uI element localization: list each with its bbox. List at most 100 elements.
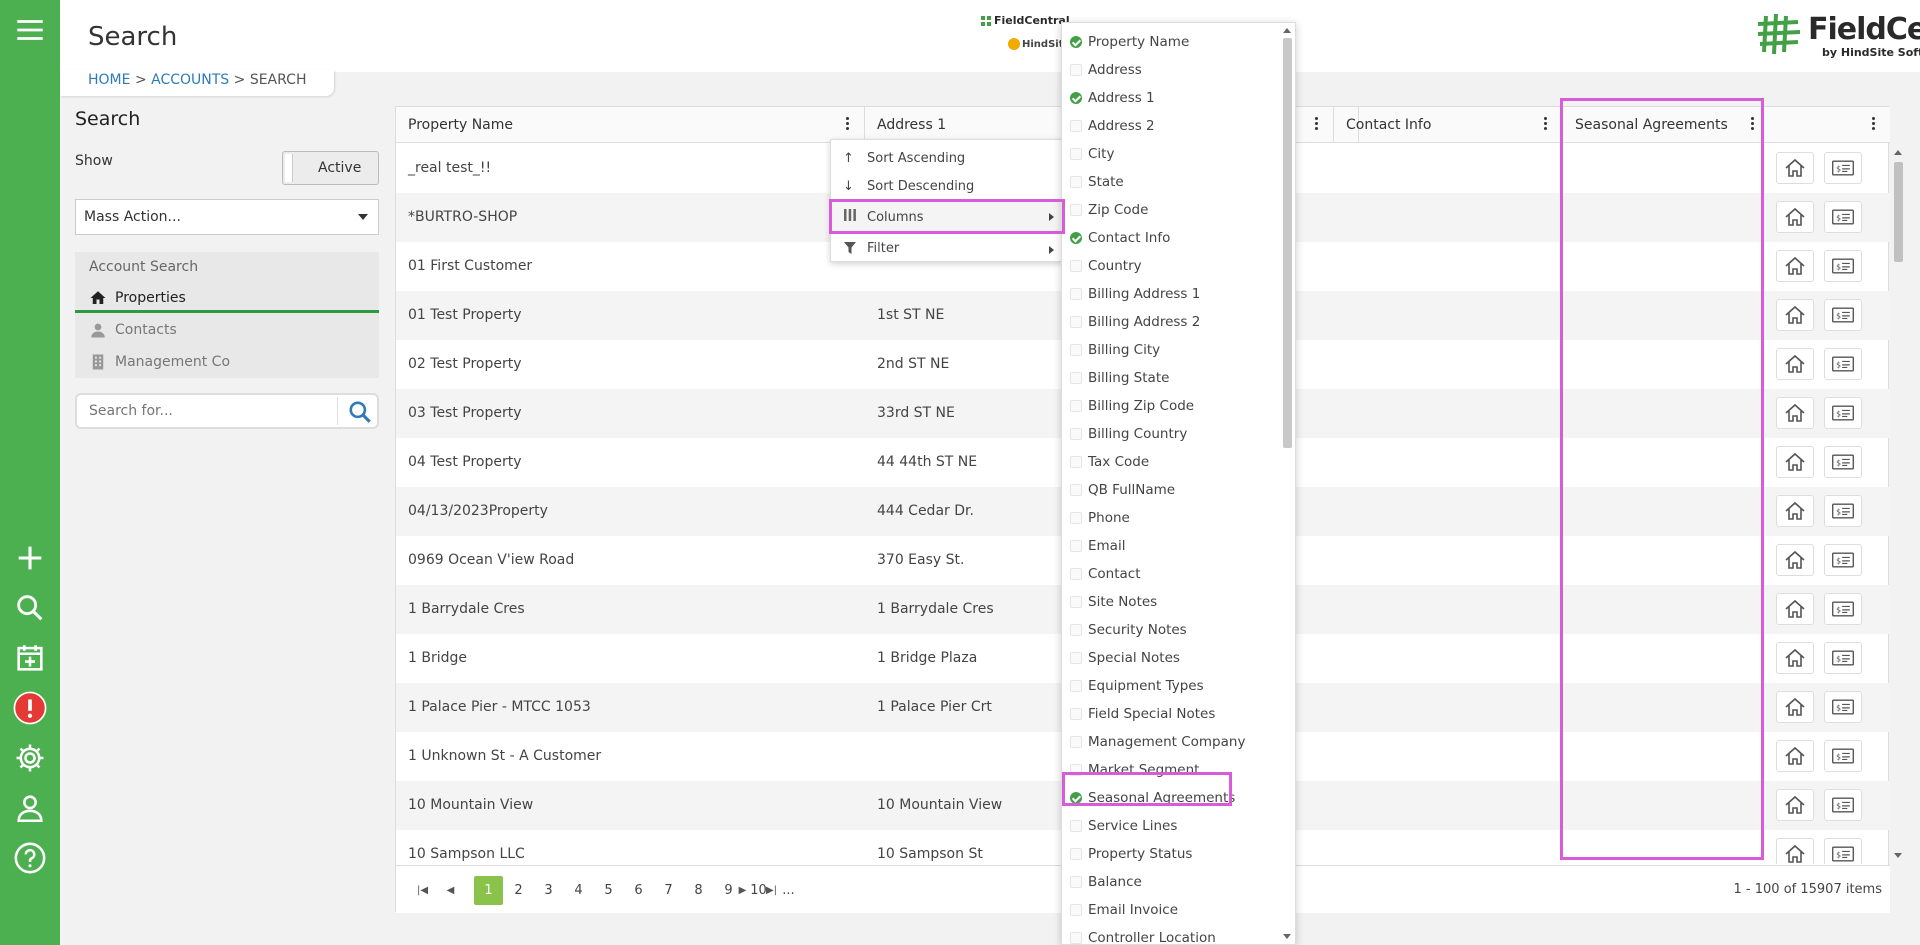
unchecked-checkbox-icon[interactable] xyxy=(1070,876,1082,888)
column-option-contact-info[interactable]: Contact Info xyxy=(1070,225,1170,251)
column-option-state[interactable]: State xyxy=(1070,169,1124,195)
unchecked-checkbox-icon[interactable] xyxy=(1070,932,1082,944)
column-header-actions[interactable] xyxy=(1769,107,1890,143)
property-view-button[interactable] xyxy=(1776,495,1814,527)
breadcrumb-home-link[interactable]: HOME xyxy=(88,72,130,88)
column-option-special-notes[interactable]: Special Notes xyxy=(1070,645,1180,671)
page-button[interactable]: 8 xyxy=(684,876,713,905)
unchecked-checkbox-icon[interactable] xyxy=(1070,372,1082,384)
scroll-down-arrow-icon[interactable] xyxy=(1283,934,1291,939)
column-option-billing-address-2[interactable]: Billing Address 2 xyxy=(1070,309,1200,335)
billing-button[interactable]: $ xyxy=(1824,642,1862,674)
unchecked-checkbox-icon[interactable] xyxy=(1070,764,1082,776)
property-view-button[interactable] xyxy=(1776,152,1814,184)
property-view-button[interactable] xyxy=(1776,740,1814,772)
unchecked-checkbox-icon[interactable] xyxy=(1070,148,1082,160)
unchecked-checkbox-icon[interactable] xyxy=(1070,484,1082,496)
billing-button[interactable]: $ xyxy=(1824,152,1862,184)
column-option-city[interactable]: City xyxy=(1070,141,1114,167)
calendar-add-icon[interactable] xyxy=(10,638,50,678)
column-header-property-name[interactable]: Property Name xyxy=(396,107,865,143)
column-menu-icon[interactable] xyxy=(846,117,850,133)
unchecked-checkbox-icon[interactable] xyxy=(1070,260,1082,272)
unchecked-checkbox-icon[interactable] xyxy=(1070,904,1082,916)
column-option-management-company[interactable]: Management Company xyxy=(1070,729,1245,755)
column-header-seasonal-agreements[interactable]: Seasonal Agreements xyxy=(1563,107,1769,143)
billing-button[interactable]: $ xyxy=(1824,789,1862,821)
property-view-button[interactable] xyxy=(1776,789,1814,821)
grid-scrollbar[interactable] xyxy=(1891,144,1905,864)
column-option-phone[interactable]: Phone xyxy=(1070,505,1130,531)
page-button[interactable]: 5 xyxy=(594,876,623,905)
unchecked-checkbox-icon[interactable] xyxy=(1070,680,1082,692)
billing-button[interactable]: $ xyxy=(1824,593,1862,625)
page-button[interactable]: 10 xyxy=(744,876,773,905)
mass-action-select[interactable]: Mass Action... xyxy=(75,199,379,235)
sidebar-item-contacts[interactable]: Contacts xyxy=(89,321,177,339)
column-menu-icon[interactable] xyxy=(1751,117,1755,133)
property-view-button[interactable] xyxy=(1776,299,1814,331)
checked-checkbox-icon[interactable] xyxy=(1070,92,1082,104)
unchecked-checkbox-icon[interactable] xyxy=(1070,316,1082,328)
column-menu-icon[interactable] xyxy=(1872,117,1876,133)
page-button[interactable]: 9 xyxy=(714,876,743,905)
column-option-address[interactable]: Address xyxy=(1070,57,1142,83)
scroll-thumb[interactable] xyxy=(1894,162,1903,262)
unchecked-checkbox-icon[interactable] xyxy=(1070,176,1082,188)
unchecked-checkbox-icon[interactable] xyxy=(1070,652,1082,664)
sidebar-item-properties[interactable]: Properties xyxy=(89,289,186,307)
billing-button[interactable]: $ xyxy=(1824,397,1862,429)
billing-button[interactable]: $ xyxy=(1824,495,1862,527)
first-page-icon[interactable]: |◀ xyxy=(408,876,437,905)
column-option-security-notes[interactable]: Security Notes xyxy=(1070,617,1187,643)
column-option-email-invoice[interactable]: Email Invoice xyxy=(1070,897,1178,923)
property-view-button[interactable] xyxy=(1776,201,1814,233)
column-option-billing-city[interactable]: Billing City xyxy=(1070,337,1160,363)
checked-checkbox-icon[interactable] xyxy=(1070,232,1082,244)
filter-item[interactable]: Filter xyxy=(831,234,1064,264)
unchecked-checkbox-icon[interactable] xyxy=(1070,708,1082,720)
unchecked-checkbox-icon[interactable] xyxy=(1070,204,1082,216)
unchecked-checkbox-icon[interactable] xyxy=(1070,512,1082,524)
hamburger-menu-icon[interactable] xyxy=(10,10,50,50)
column-option-property-status[interactable]: Property Status xyxy=(1070,841,1192,867)
unchecked-checkbox-icon[interactable] xyxy=(1070,540,1082,552)
user-profile-icon[interactable] xyxy=(10,788,50,828)
scroll-thumb[interactable] xyxy=(1283,38,1292,448)
unchecked-checkbox-icon[interactable] xyxy=(1070,456,1082,468)
column-header-contact-info[interactable]: Contact Info xyxy=(1334,107,1563,143)
help-icon[interactable] xyxy=(10,838,50,878)
checked-checkbox-icon[interactable] xyxy=(1070,792,1082,804)
column-option-qb-fullname[interactable]: QB FullName xyxy=(1070,477,1175,503)
column-option-balance[interactable]: Balance xyxy=(1070,869,1142,895)
billing-button[interactable]: $ xyxy=(1824,446,1862,478)
column-option-property-name[interactable]: Property Name xyxy=(1070,29,1189,55)
property-view-button[interactable] xyxy=(1776,642,1814,674)
scroll-up-arrow-icon[interactable] xyxy=(1283,28,1291,33)
unchecked-checkbox-icon[interactable] xyxy=(1070,624,1082,636)
alert-icon[interactable] xyxy=(10,688,50,728)
page-button[interactable]: 2 xyxy=(504,876,533,905)
billing-button[interactable]: $ xyxy=(1824,544,1862,576)
column-option-equipment-types[interactable]: Equipment Types xyxy=(1070,673,1204,699)
unchecked-checkbox-icon[interactable] xyxy=(1070,288,1082,300)
page-button[interactable]: 3 xyxy=(534,876,563,905)
billing-button[interactable]: $ xyxy=(1824,201,1862,233)
billing-button[interactable]: $ xyxy=(1824,299,1862,331)
settings-gear-icon[interactable] xyxy=(10,738,50,778)
breadcrumb-accounts-link[interactable]: ACCOUNTS xyxy=(151,72,229,88)
property-view-button[interactable] xyxy=(1776,838,1814,864)
page-button[interactable]: 4 xyxy=(564,876,593,905)
column-option-controller-location[interactable]: Controller Location xyxy=(1070,925,1216,944)
page-button[interactable]: 6 xyxy=(624,876,653,905)
columns-item[interactable]: Columns xyxy=(831,201,1064,234)
column-option-contact[interactable]: Contact xyxy=(1070,561,1141,587)
column-option-billing-country[interactable]: Billing Country xyxy=(1070,421,1187,447)
sort-descending-item[interactable]: ↓ Sort Descending xyxy=(831,172,1064,202)
column-option-billing-state[interactable]: Billing State xyxy=(1070,365,1169,391)
column-option-seasonal-agreements[interactable]: Seasonal Agreements xyxy=(1070,785,1235,811)
column-option-service-lines[interactable]: Service Lines xyxy=(1070,813,1177,839)
billing-button[interactable]: $ xyxy=(1824,740,1862,772)
unchecked-checkbox-icon[interactable] xyxy=(1070,428,1082,440)
page-button[interactable]: 7 xyxy=(654,876,683,905)
